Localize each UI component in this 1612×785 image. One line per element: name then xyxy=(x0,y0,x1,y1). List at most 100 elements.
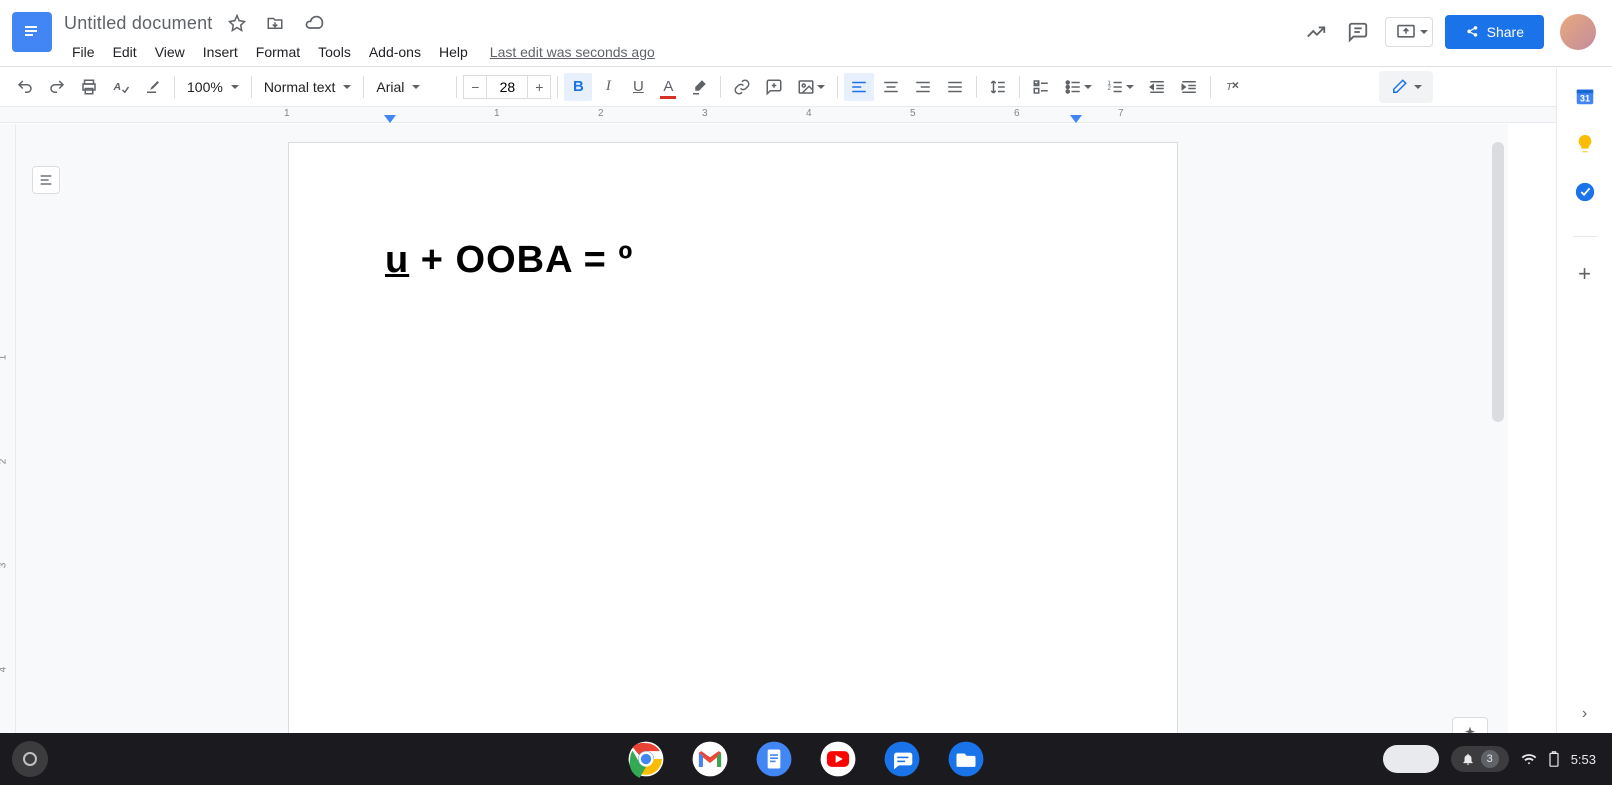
horizontal-ruler[interactable]: 1 1 2 3 4 5 6 7 xyxy=(0,107,1612,123)
keep-icon[interactable] xyxy=(1573,132,1597,156)
clear-formatting-button[interactable]: T xyxy=(1217,73,1247,101)
taskbar-dock xyxy=(626,739,986,779)
comments-icon[interactable] xyxy=(1343,17,1373,47)
menu-insert[interactable]: Insert xyxy=(195,40,246,64)
menu-edit[interactable]: Edit xyxy=(105,40,145,64)
account-avatar[interactable] xyxy=(1560,14,1596,50)
notification-count: 3 xyxy=(1481,750,1499,768)
document-outline-button[interactable] xyxy=(32,166,60,194)
text-underlined: u xyxy=(385,239,409,281)
menu-view[interactable]: View xyxy=(147,40,193,64)
battery-icon[interactable] xyxy=(1549,751,1559,767)
menu-help[interactable]: Help xyxy=(431,40,476,64)
tasks-icon[interactable] xyxy=(1573,180,1597,204)
document-area: 1 2 3 4 u + OOBA = º xyxy=(0,124,1508,785)
editing-mode-button[interactable] xyxy=(1379,71,1433,103)
toolbar-separator xyxy=(837,76,838,98)
font-select[interactable]: Arial xyxy=(370,75,450,99)
document-content[interactable]: u + OOBA = º xyxy=(385,239,1081,282)
scrollbar-thumb[interactable] xyxy=(1492,142,1504,422)
insert-comment-button[interactable] xyxy=(759,73,789,101)
ruler-mark: 5 xyxy=(910,108,916,119)
weather-widget[interactable] xyxy=(1383,745,1439,773)
insert-link-button[interactable] xyxy=(727,73,757,101)
last-edit-link[interactable]: Last edit was seconds ago xyxy=(490,44,655,60)
files-icon[interactable] xyxy=(946,739,986,779)
right-indent-marker[interactable] xyxy=(1070,115,1082,123)
font-size-decrease[interactable]: − xyxy=(463,75,487,99)
italic-button[interactable]: I xyxy=(594,73,622,101)
toolbar-separator xyxy=(1019,76,1020,98)
document-title[interactable]: Untitled document xyxy=(64,13,212,34)
text-color-button[interactable]: A xyxy=(654,73,682,101)
decrease-indent-button[interactable] xyxy=(1142,73,1172,101)
gmail-icon[interactable] xyxy=(690,739,730,779)
highlight-button[interactable] xyxy=(684,73,714,101)
font-size-increase[interactable]: + xyxy=(527,75,551,99)
style-select[interactable]: Normal text xyxy=(258,75,358,99)
align-left-button[interactable] xyxy=(844,73,874,101)
left-indent-marker[interactable] xyxy=(384,115,396,123)
paint-format-button[interactable] xyxy=(138,73,168,101)
bulleted-list-button[interactable] xyxy=(1058,73,1098,101)
chevron-down-icon xyxy=(817,85,825,89)
toolbar-separator xyxy=(1210,76,1211,98)
chevron-down-icon xyxy=(343,85,351,89)
vruler-mark: 1 xyxy=(0,355,8,361)
toolbar-separator xyxy=(456,76,457,98)
zoom-select[interactable]: 100% xyxy=(181,75,245,99)
align-right-button[interactable] xyxy=(908,73,938,101)
header-right: Share xyxy=(1301,14,1596,50)
checklist-button[interactable] xyxy=(1026,73,1056,101)
clock[interactable]: 5:53 xyxy=(1571,752,1596,767)
undo-button[interactable] xyxy=(10,73,40,101)
font-size-input[interactable] xyxy=(487,75,527,99)
line-spacing-button[interactable] xyxy=(983,73,1013,101)
present-button[interactable] xyxy=(1385,17,1433,47)
side-panel: 31 + › xyxy=(1556,68,1612,733)
hide-side-panel-button[interactable]: › xyxy=(1582,705,1587,723)
svg-text:A: A xyxy=(113,81,122,93)
move-icon[interactable] xyxy=(262,10,288,36)
spellcheck-button[interactable]: A xyxy=(106,73,136,101)
youtube-icon[interactable] xyxy=(818,739,858,779)
vertical-ruler[interactable]: 1 2 3 4 xyxy=(0,124,16,785)
svg-text:2: 2 xyxy=(1108,86,1112,92)
taskbar-right: 3 5:53 xyxy=(1383,745,1596,773)
document-page[interactable]: u + OOBA = º xyxy=(288,142,1178,785)
ruler-mark: 1 xyxy=(494,108,500,119)
align-center-button[interactable] xyxy=(876,73,906,101)
print-button[interactable] xyxy=(74,73,104,101)
docs-dock-icon[interactable] xyxy=(754,739,794,779)
share-button[interactable]: Share xyxy=(1445,15,1544,49)
star-icon[interactable] xyxy=(224,10,250,36)
ruler-mark: 7 xyxy=(1118,108,1124,119)
menu-addons[interactable]: Add-ons xyxy=(361,40,429,64)
wifi-icon[interactable] xyxy=(1521,751,1537,767)
calendar-icon[interactable]: 31 xyxy=(1573,84,1597,108)
underline-button[interactable]: U xyxy=(624,73,652,101)
vruler-mark: 3 xyxy=(0,563,8,569)
toolbar: A 100% Normal text Arial − + B I U A 12 … xyxy=(0,67,1612,107)
redo-button[interactable] xyxy=(42,73,72,101)
ruler-mark: 3 xyxy=(702,108,708,119)
font-value: Arial xyxy=(376,79,404,95)
launcher-button[interactable] xyxy=(12,741,48,777)
menu-format[interactable]: Format xyxy=(248,40,308,64)
menu-file[interactable]: File xyxy=(64,40,103,64)
activity-icon[interactable] xyxy=(1301,17,1331,47)
bold-button[interactable]: B xyxy=(564,73,592,101)
cloud-status-icon[interactable] xyxy=(300,9,328,37)
chevron-down-icon xyxy=(1126,85,1134,89)
numbered-list-button[interactable]: 12 xyxy=(1100,73,1140,101)
add-addon-button[interactable]: + xyxy=(1578,261,1591,287)
increase-indent-button[interactable] xyxy=(1174,73,1204,101)
header-mid: Untitled document File Edit View Insert … xyxy=(64,8,1301,66)
notifications-button[interactable]: 3 xyxy=(1451,746,1509,772)
align-justify-button[interactable] xyxy=(940,73,970,101)
messages-icon[interactable] xyxy=(882,739,922,779)
menu-tools[interactable]: Tools xyxy=(310,40,359,64)
docs-logo-icon[interactable] xyxy=(12,12,52,52)
chrome-icon[interactable] xyxy=(626,739,666,779)
insert-image-button[interactable] xyxy=(791,73,831,101)
